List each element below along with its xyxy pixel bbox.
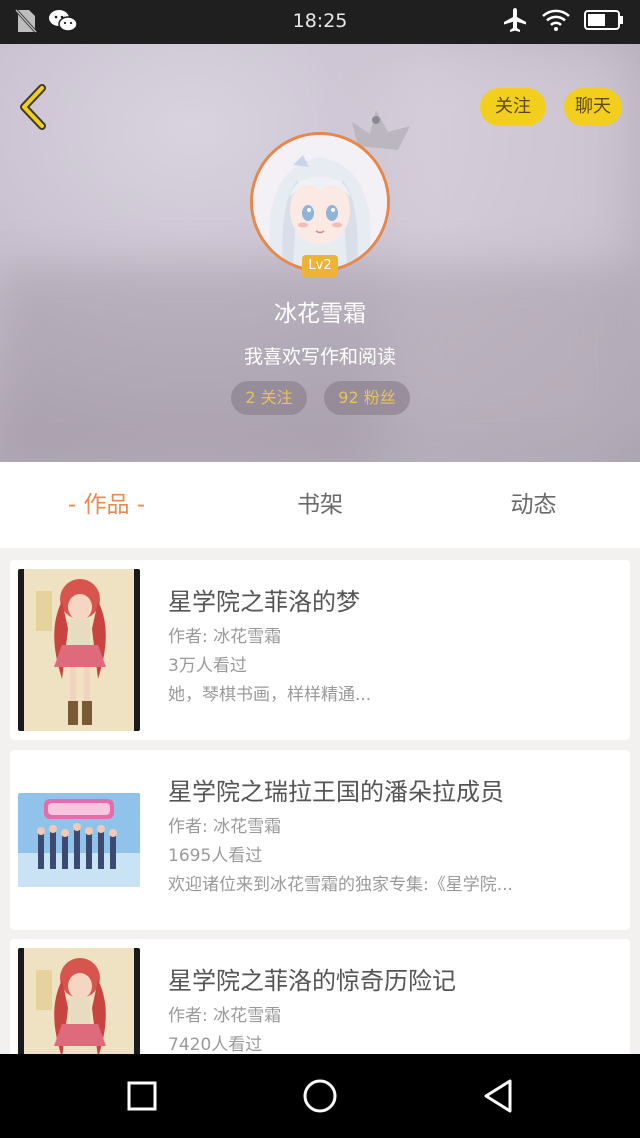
home-button[interactable] <box>300 1076 340 1116</box>
works-list: 星学院之菲洛的梦 作者: 冰花雪霜 3万人看过 她，琴棋书画，样样精通... 星… <box>0 548 640 1054</box>
work-author: 作者: 冰花雪霜 <box>168 627 282 647</box>
work-desc: 她，琴棋书画，样样精通... <box>168 685 372 705</box>
work-author: 作者: 冰花雪霜 <box>168 1006 282 1026</box>
tab-bookshelf[interactable]: 书架 <box>213 462 427 548</box>
profile-tabs: - 作品 - 书架 动态 <box>0 462 640 548</box>
list-item[interactable]: 星学院之瑞拉王国的潘朵拉成员 作者: 冰花雪霜 1695人看过 欢迎诸位来到冰花… <box>10 750 630 930</box>
profile-header: 关注 聊天 Lv2 冰花雪霜 我喜欢写作和阅读 2 关注 92 粉丝 <box>0 44 640 462</box>
battery-icon <box>584 9 624 35</box>
book-cover <box>18 948 140 1054</box>
wifi-icon <box>542 8 570 36</box>
tab-works[interactable]: - 作品 - <box>0 462 213 548</box>
work-views: 7420人看过 <box>168 1035 263 1054</box>
follow-button[interactable]: 关注 <box>480 88 546 126</box>
square-recent-icon <box>127 1081 157 1111</box>
status-bar: 18:25 <box>0 0 640 44</box>
work-desc: 欢迎诸位来到冰花雪霜的独家专集:《星学院... <box>168 875 513 895</box>
work-author: 作者: 冰花雪霜 <box>168 817 282 837</box>
system-nav-bar <box>0 1054 640 1138</box>
work-views: 1695人看过 <box>168 846 263 866</box>
nav-back-button[interactable] <box>478 1076 518 1116</box>
work-title: 星学院之菲洛的惊奇历险记 <box>168 967 456 995</box>
user-nickname: 冰花雪霜 <box>274 301 366 327</box>
following-count[interactable]: 2 关注 <box>231 381 307 415</box>
fans-count[interactable]: 92 粉丝 <box>324 381 410 415</box>
recent-apps-button[interactable] <box>122 1076 162 1116</box>
work-title: 星学院之瑞拉王国的潘朵拉成员 <box>168 778 504 806</box>
circle-home-icon <box>303 1079 337 1113</box>
avatar[interactable] <box>250 132 390 272</box>
user-signature: 我喜欢写作和阅读 <box>243 346 396 368</box>
work-title: 星学院之菲洛的梦 <box>168 588 360 616</box>
airplane-icon <box>502 7 528 37</box>
work-views: 3万人看过 <box>168 656 247 676</box>
book-cover <box>18 569 140 731</box>
list-item[interactable]: 星学院之菲洛的惊奇历险记 作者: 冰花雪霜 7420人看过 <box>10 939 630 1054</box>
chat-button[interactable]: 聊天 <box>564 88 622 126</box>
tab-activity[interactable]: 动态 <box>427 462 640 548</box>
chevron-left-icon <box>20 84 46 130</box>
level-badge: Lv2 <box>302 255 338 277</box>
book-cover <box>18 793 140 887</box>
back-button[interactable] <box>14 84 54 130</box>
triangle-back-icon <box>484 1079 512 1113</box>
list-item[interactable]: 星学院之菲洛的梦 作者: 冰花雪霜 3万人看过 她，琴棋书画，样样精通... <box>10 560 630 740</box>
